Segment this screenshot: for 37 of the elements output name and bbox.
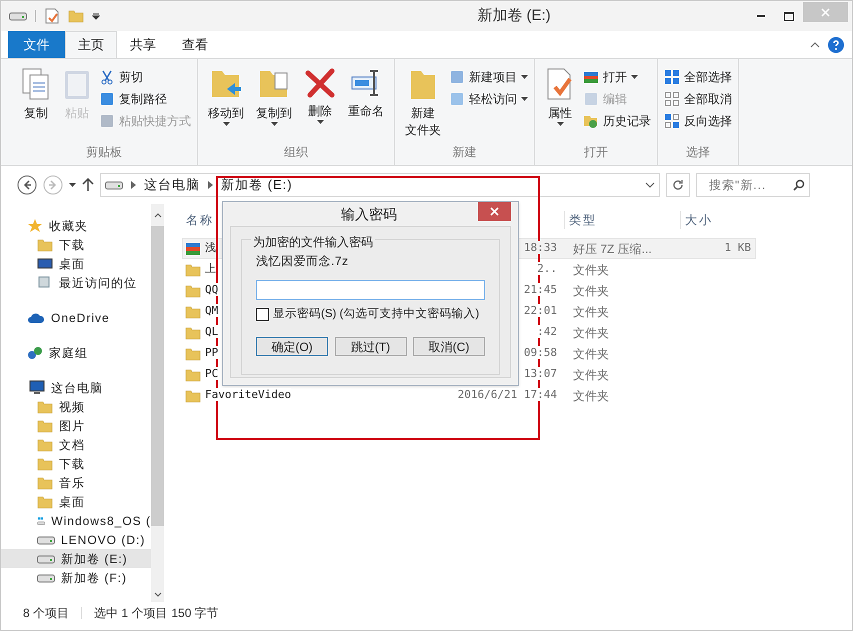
file-date: 21:45 (524, 283, 557, 296)
file-date: 22:01 (524, 304, 557, 318)
file-date: 2.. (537, 262, 557, 276)
file-name: QQ (205, 283, 218, 296)
group-label: 打开 (583, 144, 609, 161)
file-type: 好压 7Z 压缩... (573, 242, 652, 256)
file-type: 文件夹 (573, 304, 609, 318)
group-label: 新建 (452, 144, 478, 161)
file-name: PP (205, 346, 218, 360)
dialog-title: 输入密码 (340, 204, 398, 224)
file-date: 18:33 (524, 241, 557, 254)
window-title: 新加卷 (E:) (476, 6, 552, 26)
group-title: 为加密的文件输入密码 (251, 233, 375, 251)
file-type: 文件夹 (573, 346, 609, 360)
group-label: 剪贴板 (85, 144, 123, 161)
status-text: 8 个项目 (23, 605, 70, 622)
file-type: 文件夹 (573, 388, 609, 402)
file-name: QM (205, 304, 218, 318)
group-label: 组织 (283, 144, 309, 161)
status-text: 选中 1 个项目 (94, 605, 168, 622)
file-date: :42 (537, 325, 557, 338)
file-name: 上 (205, 262, 216, 276)
file-date: 2016/6/21 17:44 (458, 388, 557, 402)
file-size: 1 KB (724, 241, 751, 254)
status-text: 150 字节 (171, 605, 219, 622)
file-type: 文件夹 (573, 284, 609, 298)
file-name: PC (205, 367, 218, 380)
file-name: QL (205, 325, 218, 338)
group-label: 选择 (685, 144, 711, 161)
file-type: 文件夹 (573, 262, 609, 276)
file-type: 文件夹 (573, 368, 609, 382)
file-name: 浅 (205, 241, 216, 254)
file-type: 文件夹 (573, 326, 609, 340)
file-date: 13:07 (524, 367, 557, 380)
file-name: 浅忆因爱而念.7z (256, 253, 350, 270)
file-name: FavoriteVideo (205, 388, 292, 402)
file-date: 09:58 (524, 346, 557, 360)
